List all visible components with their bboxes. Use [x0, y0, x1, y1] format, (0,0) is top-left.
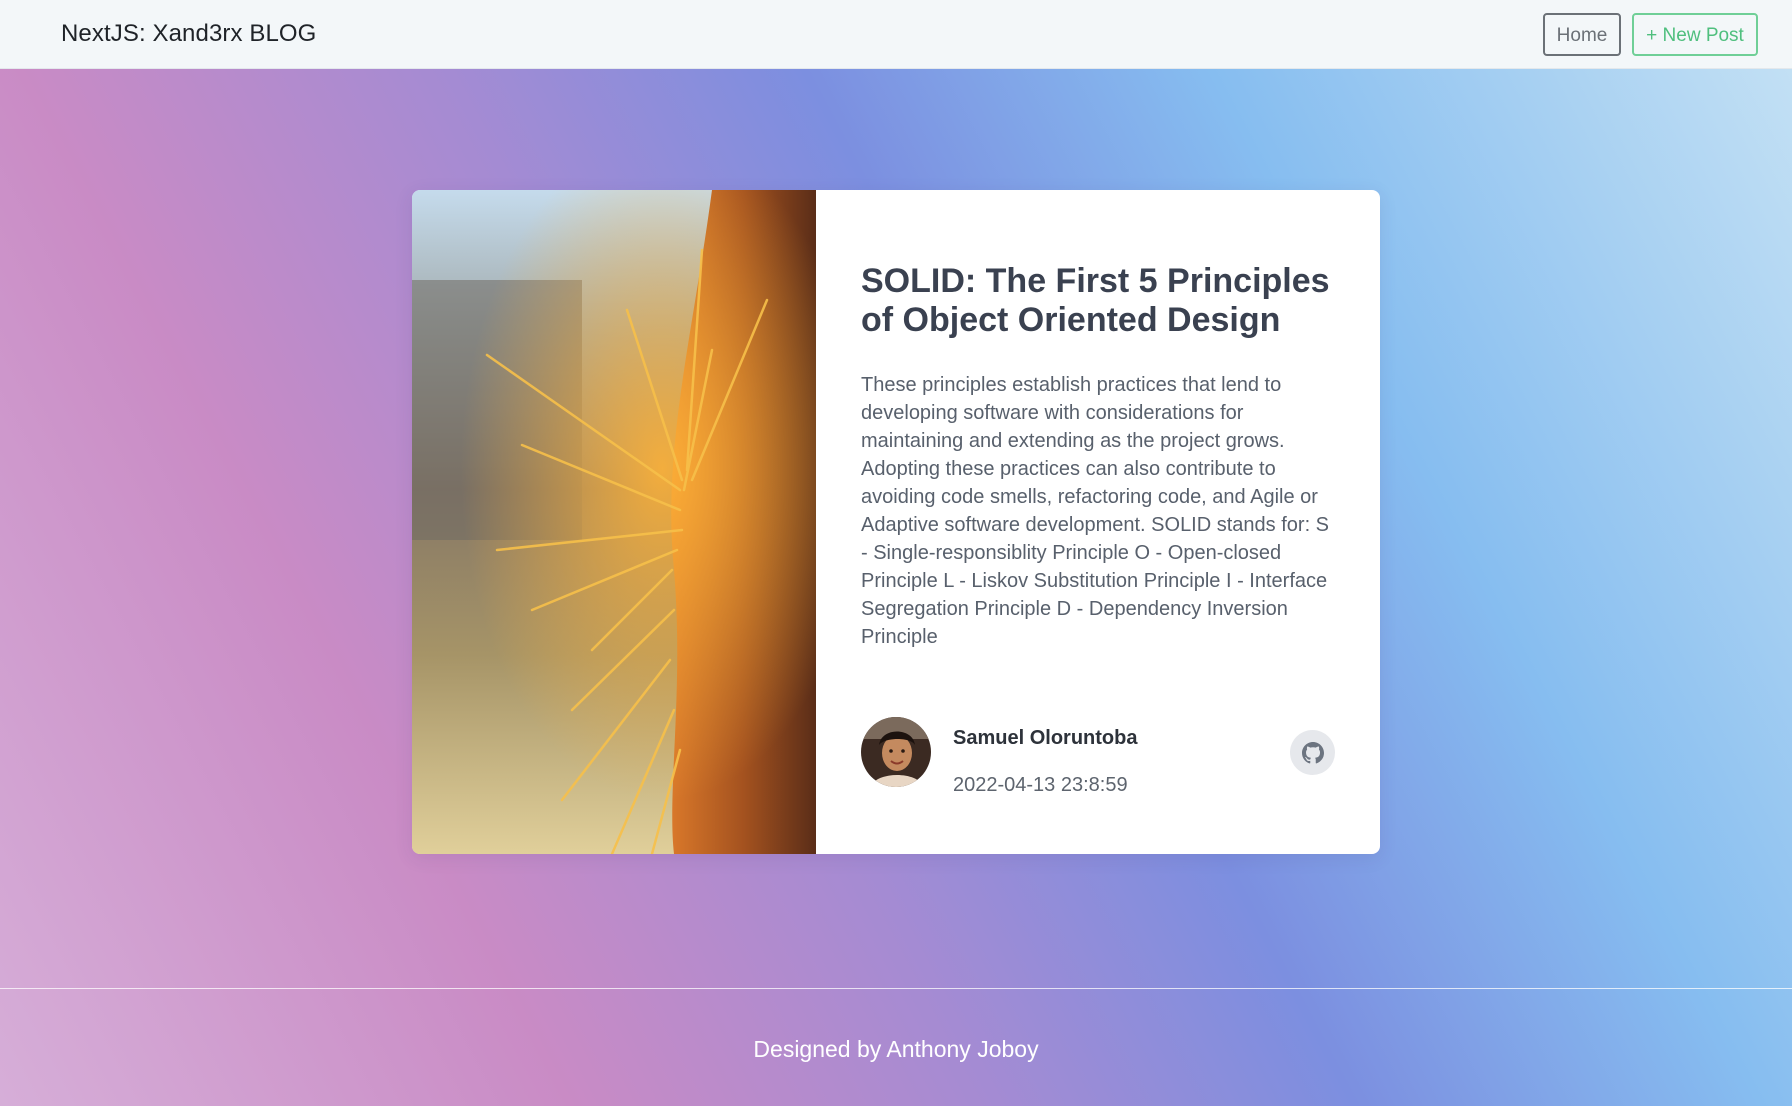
avatar-icon [861, 717, 931, 787]
author-row: Samuel Oloruntoba 2022-04-13 23:8:59 [861, 717, 1339, 796]
home-button[interactable]: Home [1543, 13, 1621, 56]
post-date: 2022-04-13 23:8:59 [953, 774, 1128, 796]
post-title[interactable]: SOLID: The First 5 Principles of Object … [861, 262, 1339, 340]
github-icon [1301, 741, 1324, 763]
site-brand[interactable]: NextJS: Xand3rx BLOG [61, 20, 316, 48]
new-post-button[interactable]: + New Post [1632, 13, 1758, 56]
post-card-body: SOLID: The First 5 Principles of Object … [861, 262, 1339, 651]
cactus-photo-icon [412, 190, 816, 854]
post-card[interactable]: SOLID: The First 5 Principles of Object … [412, 190, 1380, 854]
footer-divider [0, 988, 1792, 989]
github-link[interactable] [1290, 730, 1335, 775]
footer-credit: Designed by Anthony Joboy [753, 1036, 1039, 1062]
post-cover-image[interactable] [412, 190, 816, 854]
author-name[interactable]: Samuel Oloruntoba [953, 727, 1137, 750]
post-excerpt: These principles establish practices tha… [861, 374, 1330, 648]
author-avatar [861, 717, 931, 787]
top-navbar: NextJS: Xand3rx BLOG Home + New Post [0, 0, 1792, 69]
